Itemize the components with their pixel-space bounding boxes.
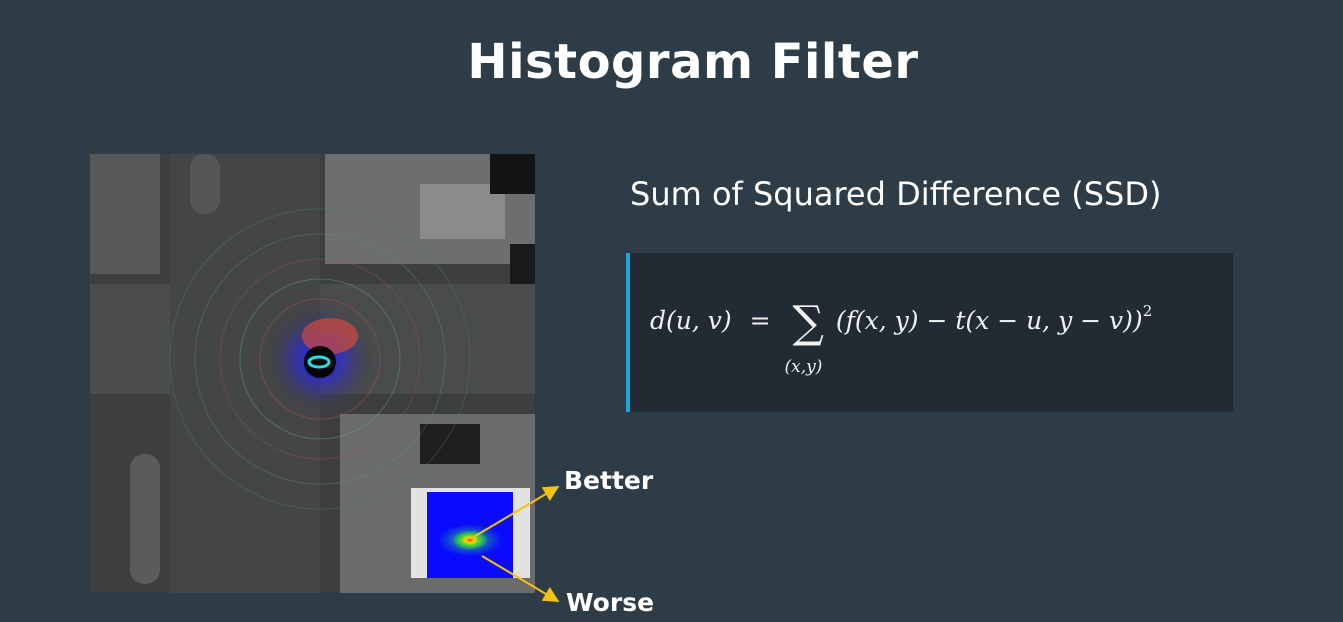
formula-body: (f(x, y) − t(x − u, y − v)) xyxy=(835,306,1143,335)
formula-box: d(u, v) = ∑ (x,y) (f(x, y) − t(x − u, y … xyxy=(626,253,1233,412)
better-arrow xyxy=(471,485,560,539)
worse-label: Worse xyxy=(566,588,655,617)
sum-index: (x,y) xyxy=(784,357,823,377)
slide-subtitle: Sum of Squared Difference (SSD) xyxy=(630,175,1162,213)
formula-exponent: 2 xyxy=(1142,302,1153,320)
worse-arrow xyxy=(481,555,560,603)
sum-symbol: ∑ (x,y) xyxy=(785,297,824,377)
ssd-formula: d(u, v) = ∑ (x,y) (f(x, y) − t(x − u, y … xyxy=(650,297,1153,377)
formula-equals: = xyxy=(749,306,771,335)
sigma-glyph: ∑ xyxy=(792,297,824,348)
better-label: Better xyxy=(564,466,654,495)
formula-lhs: d(u, v) xyxy=(650,306,732,335)
